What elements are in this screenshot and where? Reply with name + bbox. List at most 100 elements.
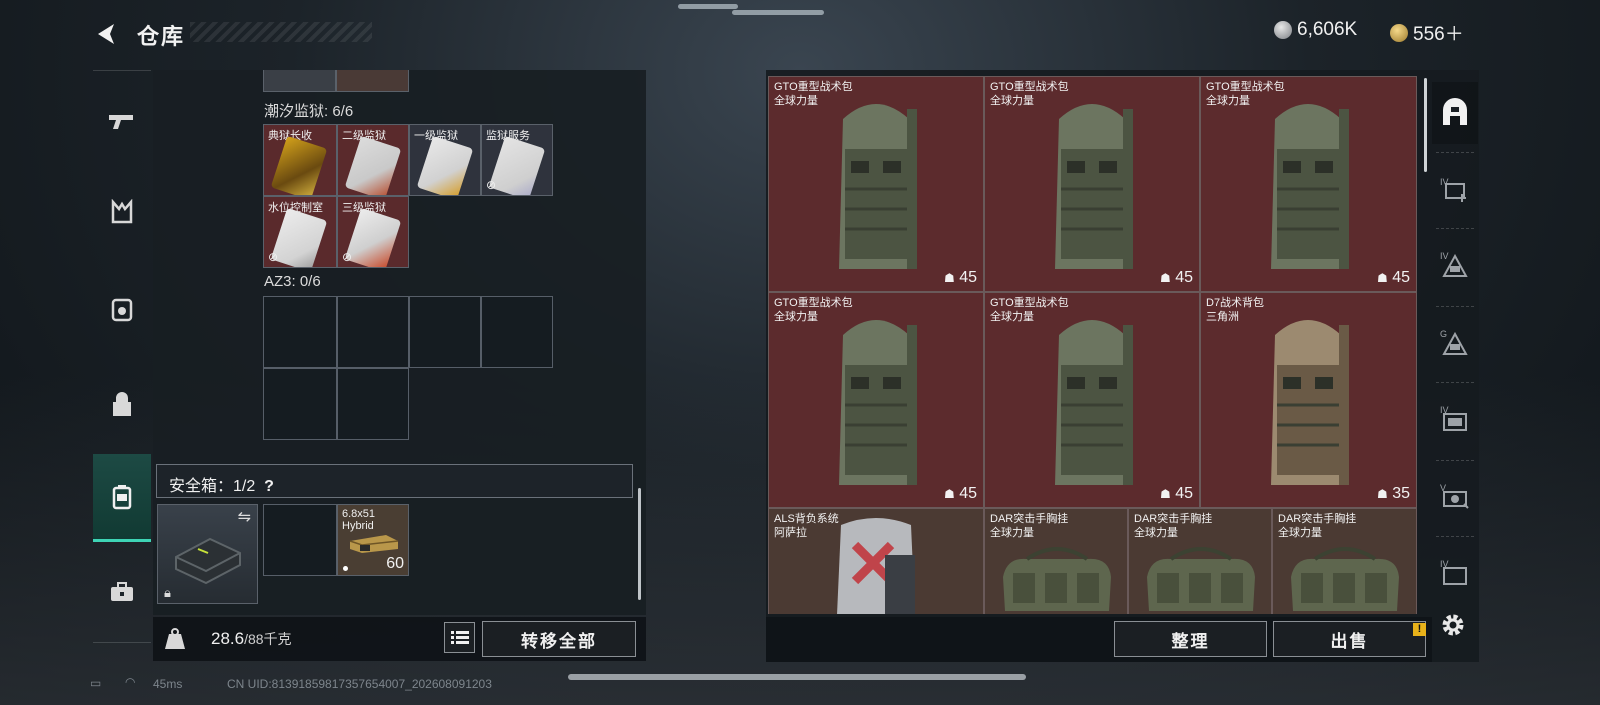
key-card-slot[interactable]: 典狱长收 xyxy=(263,124,337,196)
filter-iv-3[interactable]: IV xyxy=(1432,388,1478,450)
key-card-slot[interactable]: 一级监狱 xyxy=(409,124,481,196)
key-card-icon xyxy=(416,135,474,195)
item-durability: ☗ 45 xyxy=(1376,269,1410,286)
backpack-image xyxy=(1055,104,1133,269)
nav-backpack[interactable] xyxy=(93,360,151,448)
filter-iv-2[interactable]: IV xyxy=(1432,234,1478,296)
inventory-item[interactable]: GTO重型战术包 全球力量 ☗ 45 xyxy=(768,76,984,292)
az3-label: AZ3: 0/6 xyxy=(264,273,321,290)
gun-icon xyxy=(109,115,133,129)
help-icon[interactable]: ? xyxy=(264,478,274,495)
not-transferable-icon: ⊘ xyxy=(486,178,497,192)
IV-add-icon: IV xyxy=(1440,177,1466,202)
currency-silver-value: 6,606K xyxy=(1297,19,1358,40)
nav-helmet[interactable] xyxy=(93,168,151,256)
title-decoration xyxy=(190,22,372,42)
not-transferable-icon: ⊘ xyxy=(342,250,353,264)
inventory-item[interactable]: DAR突击手胸挂 全球力量 xyxy=(984,508,1128,614)
left-bottom-bar: 28.6/88千克 转移全部 xyxy=(153,617,646,661)
back-arrow-icon[interactable] xyxy=(92,20,120,48)
empty-slot[interactable] xyxy=(263,296,337,368)
inventory-item[interactable]: GTO重型战术包 全球力量 ☗ 45 xyxy=(984,292,1200,508)
durability-icon: ☗ xyxy=(943,487,955,501)
item-name: DAR突击手胸挂 全球力量 xyxy=(1134,513,1213,539)
inventory-item[interactable]: GTO重型战术包 全球力量 ☗ 45 xyxy=(1200,76,1417,292)
empty-slot[interactable] xyxy=(337,368,409,440)
key-card-slot[interactable]: 监狱服务 ⊘ xyxy=(481,124,553,196)
empty-slot[interactable] xyxy=(263,504,337,576)
marker-dot xyxy=(343,566,348,571)
item-name: ALS背负系统 阿萨拉 xyxy=(774,513,839,539)
filter-v[interactable]: V xyxy=(1432,466,1478,528)
settings-gear-icon[interactable] xyxy=(1440,612,1466,638)
safe-box-label: 安全箱：1/2 ? xyxy=(169,478,274,495)
ceiling-light xyxy=(678,4,738,9)
durability-icon: ☗ xyxy=(1376,487,1388,501)
transfer-all-button[interactable]: 转移全部 xyxy=(482,621,636,657)
safe-case-image xyxy=(175,537,241,585)
empty-slot[interactable] xyxy=(481,296,553,368)
swap-icon[interactable]: ⇋ xyxy=(238,507,251,527)
inventory-item[interactable]: GTO重型战术包 全球力量 ☗ 45 xyxy=(768,292,984,508)
filter-iv-add[interactable]: IV xyxy=(1432,158,1478,220)
inventory-item[interactable]: ALS背负系统 阿萨拉 xyxy=(768,508,984,614)
ping-value: 45ms xyxy=(153,677,183,691)
G-filter-icon: G xyxy=(1440,329,1468,355)
key-card-icon xyxy=(344,207,402,267)
V-filter-icon: V xyxy=(1440,483,1469,509)
right-scrollbar[interactable] xyxy=(1424,78,1427,172)
key-card-slot[interactable]: 二级监狱 xyxy=(337,124,409,196)
armor-icon xyxy=(111,199,133,224)
partial-item-cell[interactable] xyxy=(263,70,336,92)
inventory-item[interactable]: GTO重型战术包 全球力量 ☗ 45 xyxy=(984,76,1200,292)
nav-vest[interactable] xyxy=(93,266,151,354)
inventory-item[interactable]: DAR突击手胸挂 全球力量 xyxy=(1272,508,1417,614)
empty-slot[interactable] xyxy=(337,296,409,368)
empty-slot[interactable] xyxy=(263,368,337,440)
nav-toolbox[interactable] xyxy=(93,548,151,636)
toolbox-icon xyxy=(111,582,133,601)
item-name: GTO重型战术包 全球力量 xyxy=(990,297,1069,323)
sell-button[interactable]: 出售 xyxy=(1273,621,1426,657)
nav-weapons[interactable] xyxy=(93,78,151,166)
partial-item-cell[interactable] xyxy=(336,70,409,92)
right-filter-nav: IV IV G IV V IV xyxy=(1432,70,1478,630)
empty-slot[interactable] xyxy=(409,296,481,368)
backpack-image xyxy=(1271,104,1349,269)
list-icon xyxy=(450,630,469,644)
chest-rig-image xyxy=(1003,547,1111,611)
key-card-slot[interactable]: 三级监狱 ⊘ xyxy=(337,196,409,268)
case-icon xyxy=(112,484,132,509)
durability-icon: ☗ xyxy=(943,271,955,285)
key-card-slot[interactable]: 水位控制室 ⊘ xyxy=(263,196,337,268)
IV-slot-icon: IV xyxy=(1440,405,1467,431)
list-view-button[interactable] xyxy=(444,622,475,653)
item-durability: ☗ 45 xyxy=(1159,485,1193,502)
item-name: DAR突击手胸挂 全球力量 xyxy=(1278,513,1357,539)
item-name: GTO重型战术包 全球力量 xyxy=(774,81,853,107)
wifi-icon: ◠ xyxy=(125,675,136,689)
nav-safe-case[interactable] xyxy=(93,454,151,542)
ammo-slot[interactable]: 6.8x51 Hybrid 60 xyxy=(337,504,409,576)
home-indicator[interactable] xyxy=(568,674,1026,680)
currency-gold-value: 556＋ xyxy=(1413,24,1464,45)
filter-g[interactable]: G xyxy=(1432,312,1478,374)
sort-button[interactable]: 整理 xyxy=(1114,621,1267,657)
item-name: DAR突击手胸挂 全球力量 xyxy=(990,513,1069,539)
weight-icon xyxy=(165,628,185,649)
IV-filter-icon: IV xyxy=(1440,251,1468,277)
not-transferable-icon: ⊘ xyxy=(268,250,279,264)
currency-gold[interactable]: 556＋ xyxy=(1390,19,1464,46)
page-title: 仓库 xyxy=(137,24,186,49)
silver-coin-icon xyxy=(1274,21,1292,39)
filter-backpack[interactable] xyxy=(1432,82,1478,144)
left-category-nav xyxy=(93,70,151,660)
svg-text:G: G xyxy=(1440,329,1447,339)
inventory-item[interactable]: DAR突击手胸挂 全球力量 xyxy=(1128,508,1272,614)
safe-box-item[interactable]: ⇋ 🔒︎ xyxy=(157,504,258,604)
inventory-item[interactable]: D7战术背包 三角洲 ☗ 35 xyxy=(1200,292,1417,508)
filter-iv-4[interactable]: IV xyxy=(1432,542,1478,604)
right-bottom-bar: 整理 出售 xyxy=(766,617,1432,662)
left-scrollbar[interactable] xyxy=(638,488,641,600)
chest-rig-image xyxy=(1291,547,1399,611)
